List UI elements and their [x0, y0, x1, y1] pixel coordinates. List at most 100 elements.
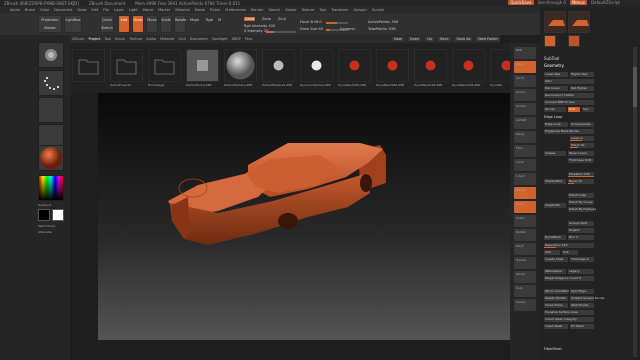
sdiv-slider[interactable]: SDiv	[544, 79, 594, 84]
tab-brush[interactable]: Brush	[115, 37, 125, 41]
lightbox-item[interactable]	[338, 49, 371, 82]
suv-toggle[interactable]: Suv	[582, 107, 594, 112]
lightbox-item[interactable]	[110, 49, 143, 82]
insert-mesh-button[interactable]: Insert Mesh	[544, 324, 568, 329]
divide-button[interactable]: Divide	[544, 107, 566, 112]
menu-layer[interactable]: Layer	[114, 8, 124, 12]
focal-shift-slider[interactable]: Focal Shift 0	[300, 20, 360, 25]
view-tool-zoom[interactable]: Zoom	[514, 89, 536, 101]
lightbox-item[interactable]	[72, 49, 105, 82]
tab-document[interactable]: Document	[190, 37, 208, 41]
view-tool-scroll[interactable]: Scroll	[514, 75, 536, 87]
view-tool-ghost[interactable]: Ghost	[514, 271, 536, 283]
menu-zplugin[interactable]: Zplugin	[353, 8, 366, 12]
unweld-groups-button[interactable]: Unweld Groups Border	[570, 296, 605, 301]
menu-light[interactable]: Light	[129, 8, 138, 12]
menu-zscript[interactable]: Zscript	[372, 8, 384, 12]
color-picker[interactable]	[38, 175, 64, 201]
lightbox-open-button[interactable]: Open	[407, 37, 422, 41]
move-button[interactable]: Move	[146, 15, 158, 33]
view-tool-floor[interactable]: Floor	[514, 145, 536, 157]
lightbox-save-as-button[interactable]: Save As	[454, 37, 473, 41]
target-polycount-slider[interactable]: Target Polygons Count 5	[544, 276, 594, 281]
polish-features-button[interactable]: Polish By Features	[568, 207, 596, 212]
convert-bpr-button[interactable]: Convert BPR To Geo	[544, 100, 594, 105]
menu-stroke[interactable]: Stroke	[285, 8, 296, 12]
del-higher-button[interactable]: Del Higher	[570, 86, 594, 91]
groups-split-button[interactable]: Groups Split	[568, 221, 594, 226]
secondary-color-swatch[interactable]	[52, 209, 64, 221]
tab-zbrush[interactable]: ZBrush	[72, 37, 85, 41]
tool-thumb-1[interactable]	[544, 11, 566, 33]
menu-movie[interactable]: Movie	[195, 8, 205, 12]
mirror-weld-button[interactable]: Mirror And Weld	[544, 289, 569, 294]
shadowbox-button[interactable]: ShadowBox	[544, 179, 566, 184]
view-tool-persp[interactable]: Persp	[514, 131, 536, 143]
view-tool-xpose[interactable]: Xpose	[514, 299, 536, 311]
edgeloop-mask-border-button[interactable]: EdgeLoop Mask Border	[544, 129, 594, 134]
view-tool-scale[interactable]: Scale	[514, 215, 536, 227]
higher-res-button[interactable]: Higher Res	[570, 72, 594, 77]
spin-edge-button[interactable]: Spin Edge	[570, 289, 594, 294]
menu-picker[interactable]: Picker	[210, 8, 220, 12]
lightbox-new-folder-button[interactable]: New Folder	[476, 37, 500, 41]
quick-sketch-button[interactable]: Quick Sketch	[100, 15, 114, 33]
quicksave-button[interactable]: QuickSave	[508, 0, 534, 5]
lightbox-button[interactable]: LightBox	[64, 15, 82, 33]
menu-brush[interactable]: Brush	[25, 8, 35, 12]
groups-loops-button[interactable]: GroupsLoops	[570, 122, 594, 127]
panel-loops-button[interactable]: Panel Loops	[568, 151, 594, 156]
see-through-slider[interactable]: See-through 0	[538, 0, 566, 5]
geometry-heading[interactable]: Geometry	[544, 63, 564, 68]
lightbox-item[interactable]	[414, 49, 447, 82]
view-tool-aahalf[interactable]: AAHalf	[514, 117, 536, 129]
view-tool-polyf[interactable]: PolyF	[514, 243, 536, 255]
view-tool-frame[interactable]: Frame	[514, 187, 536, 199]
menu-material[interactable]: Material	[175, 8, 189, 12]
menu-transform[interactable]: Transform	[331, 8, 348, 12]
canvas-viewport[interactable]	[98, 93, 510, 340]
scrollbar-thumb[interactable]	[633, 67, 637, 107]
menu-stencil[interactable]: Stencil	[268, 8, 280, 12]
tab-texture[interactable]: Texture	[129, 37, 142, 41]
m-toggle[interactable]: M	[218, 18, 228, 23]
lower-res-button[interactable]: Lower Res	[544, 72, 568, 77]
projection-master-button[interactable]: Projection Master	[38, 15, 62, 33]
tab-project[interactable]: Project	[89, 37, 101, 41]
scale-button[interactable]: Scale	[160, 15, 172, 33]
view-tool-rotate[interactable]: Rotate	[514, 229, 536, 241]
legacy-button[interactable]: Legacy	[568, 269, 594, 274]
sub-button[interactable]: Sub	[562, 250, 578, 255]
menu-file[interactable]: File	[103, 8, 109, 12]
main-color-swatch[interactable]	[38, 209, 50, 221]
view-tool-bpr[interactable]: BPR	[514, 47, 536, 59]
view-tool-move[interactable]: Move	[514, 201, 536, 213]
brush-selector[interactable]	[38, 42, 64, 68]
tab-spotlight[interactable]: Spotlight	[212, 37, 228, 41]
lightbox-item[interactable]	[224, 49, 257, 82]
equalize-surface-button[interactable]: Equalize Surface Area	[544, 310, 594, 315]
view-tool-transp[interactable]: Transp	[514, 257, 536, 269]
view-tool-local[interactable]: Local	[514, 159, 536, 171]
lightbox-item[interactable]	[186, 49, 219, 82]
subtool-heading[interactable]: SubTool	[544, 56, 559, 61]
menu-preferences[interactable]: Preferences	[225, 8, 246, 12]
z-intensity-slider[interactable]: Z Intensity 25	[244, 29, 304, 34]
menu-macro[interactable]: Macro	[143, 8, 154, 12]
check-mesh-button[interactable]: Check Mesh Integrity	[544, 317, 594, 322]
polish-slider[interactable]: Polish 30	[570, 143, 594, 148]
add-button[interactable]: Add	[544, 250, 560, 255]
tab-material[interactable]: Material	[160, 37, 174, 41]
tool-thumb-3[interactable]	[544, 35, 556, 47]
lightbox-new-button[interactable]: New	[392, 37, 404, 41]
edge-loop-button[interactable]: Edge Loop	[544, 122, 568, 127]
resolution-slider[interactable]: Resolution 128	[544, 243, 594, 248]
polish-group-button[interactable]: Polish By Group	[568, 200, 594, 205]
view-tool-spix-3[interactable]: SPix 3	[514, 61, 536, 73]
menu-marker[interactable]: Marker	[158, 8, 170, 12]
menu-draw[interactable]: Draw	[77, 8, 86, 12]
lightbox-item[interactable]	[452, 49, 485, 82]
rotate-button[interactable]: Rotate	[174, 15, 186, 33]
lightbox-save-button[interactable]: Save	[437, 37, 451, 41]
bevel-slider[interactable]: Bevel 25	[568, 179, 594, 184]
